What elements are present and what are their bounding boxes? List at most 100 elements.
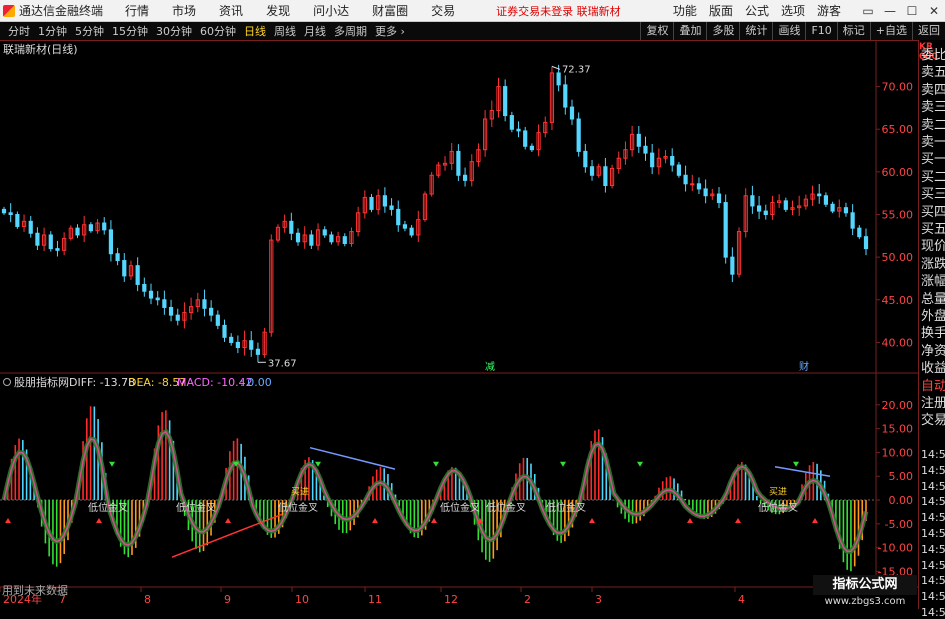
macd-tick-label-2: -5.00	[885, 518, 913, 531]
period-1min[interactable]: 1分钟	[38, 23, 67, 39]
signal-label-5: 低位金叉	[546, 501, 586, 514]
up-arrow-2	[225, 518, 231, 524]
side-item-6: 买一	[921, 152, 945, 168]
candle-body-114	[763, 210, 768, 215]
candle-body-103	[690, 183, 695, 186]
stock-chart[interactable]: 40.0045.0050.0055.0060.0065.0070.00 72.3…	[0, 41, 918, 609]
candle-body-117	[783, 200, 788, 210]
period-15min[interactable]: 15分钟	[112, 23, 148, 39]
period-60min[interactable]: 60分钟	[200, 23, 236, 39]
guest-user[interactable]: 游客	[817, 2, 841, 19]
side-item-10: 买五	[921, 222, 945, 237]
macd-tick-label-1: -10.00	[878, 542, 913, 555]
side-item-11: 现价	[921, 239, 945, 255]
candle-body-129	[863, 236, 869, 250]
candle-body-85	[569, 106, 575, 120]
menu-item-options[interactable]: 选项	[781, 2, 805, 19]
menu-item-market[interactable]: 市场	[172, 2, 196, 19]
extra-value: : 0.00	[240, 376, 272, 389]
tool-overlay[interactable]: 叠加	[673, 22, 706, 40]
side-time-8: 14:56	[921, 574, 945, 588]
menu-item-ask[interactable]: 问小达	[313, 2, 349, 19]
maximize-icon[interactable]: ☐	[901, 4, 923, 18]
period-tick[interactable]: 分时	[8, 23, 30, 39]
candle-body-8	[55, 248, 60, 251]
up-arrow-6	[589, 518, 595, 524]
candle-body-31	[209, 307, 214, 316]
candle-body-75	[503, 86, 508, 117]
tool-mark[interactable]: 标记	[836, 22, 870, 40]
diff-value: DIFF: -13.78	[69, 376, 135, 389]
event-marker-cai: 财	[799, 360, 809, 373]
menu-item-formula[interactable]: 公式	[745, 2, 769, 19]
down-arrow-4	[560, 461, 566, 467]
date-tick-label-7: 2	[524, 593, 531, 606]
period-30min[interactable]: 30分钟	[156, 23, 192, 39]
candle-body-18	[122, 260, 127, 277]
period-more[interactable]: 更多 ›	[375, 23, 405, 39]
price-tick-label-4: 60.00	[882, 166, 914, 179]
tool-add-favorite[interactable]: +自选	[869, 22, 912, 40]
chart-tools: 复权 叠加 多股 统计 画线 F10 标记 +自选 返回	[640, 22, 945, 40]
candle-body-17	[115, 253, 120, 262]
tool-restore[interactable]: 复权	[640, 22, 673, 40]
candle-body-124	[830, 203, 835, 212]
menu-item-layout[interactable]: 版面	[709, 2, 733, 19]
tool-stats[interactable]: 统计	[739, 22, 772, 40]
menu-item-func[interactable]: 功能	[673, 2, 697, 19]
trend-line-3	[774, 465, 831, 477]
date-axis: 2024年 7 8 9 10 11 12 2 3 4	[0, 587, 745, 606]
period-week[interactable]: 周线	[274, 23, 296, 39]
side-time-7: 14:56	[921, 558, 945, 572]
menu-item-info[interactable]: 资讯	[219, 2, 243, 19]
tool-back[interactable]: 返回	[912, 22, 945, 40]
candle-body-59	[396, 208, 401, 226]
watermark-title: 指标公式网	[813, 575, 917, 595]
menu-item-quote[interactable]: 行情	[125, 2, 149, 19]
indicator-series	[0, 406, 876, 572]
candle-body-55	[369, 196, 374, 210]
period-day[interactable]: 日线	[244, 23, 266, 39]
candle-body-112	[750, 195, 755, 207]
candle-body-32	[215, 314, 220, 326]
indicator-menu-icon	[3, 378, 11, 386]
candle-body-107	[716, 193, 722, 204]
window-controls: ▭ — ☐ ✕	[857, 4, 945, 18]
period-5min[interactable]: 5分钟	[75, 23, 104, 39]
tool-f10[interactable]: F10	[805, 22, 836, 40]
menu-item-wealth[interactable]: 财富圈	[372, 2, 408, 19]
period-multi[interactable]: 多周期	[334, 23, 367, 39]
price-pane-title: 联瑞新材(日线)	[3, 42, 78, 56]
tool-draw[interactable]: 画线	[772, 22, 805, 40]
candle-body-46	[309, 234, 314, 246]
side-item-16: 换手	[921, 326, 945, 342]
side-time-1: 14:55	[921, 463, 945, 477]
candle-body-83	[556, 72, 561, 86]
price-axis: 40.00 45.00 50.00 55.00 60.00 65.00 70.00	[876, 81, 914, 349]
candle-body-38	[255, 348, 261, 355]
menu-item-discover[interactable]: 发现	[266, 2, 290, 19]
candle-body-24	[162, 299, 167, 308]
price-tick-label-3: 55.00	[882, 209, 914, 222]
side-item-1: 卖五	[921, 65, 945, 81]
candle-body-90	[603, 166, 608, 187]
login-status[interactable]: 证券交易未登录 联瑞新材	[496, 3, 621, 19]
candle-body-49	[329, 234, 334, 243]
watermark: 指标公式网 www.zbgs3.com	[813, 575, 917, 609]
side-time-9: 14:56	[921, 590, 945, 604]
period-month[interactable]: 月线	[304, 23, 326, 39]
candle-body-48	[322, 229, 327, 236]
indicator-title: 股朋指标网	[14, 375, 69, 389]
restore-window-icon[interactable]: ▭	[857, 4, 879, 18]
minimize-icon[interactable]: —	[879, 4, 901, 18]
candle-body-69	[462, 174, 468, 181]
close-icon[interactable]: ✕	[923, 4, 945, 18]
signal-label-2: 低位金叉	[278, 501, 318, 514]
tool-multistock[interactable]: 多股	[706, 22, 739, 40]
menu-item-trade[interactable]: 交易	[431, 2, 455, 19]
buy-label-0: 买进	[291, 486, 309, 497]
candle-body-34	[229, 336, 234, 343]
app-logo-icon	[3, 4, 15, 17]
candle-body-23	[155, 297, 160, 301]
watermark-url: www.zbgs3.com	[813, 595, 917, 609]
